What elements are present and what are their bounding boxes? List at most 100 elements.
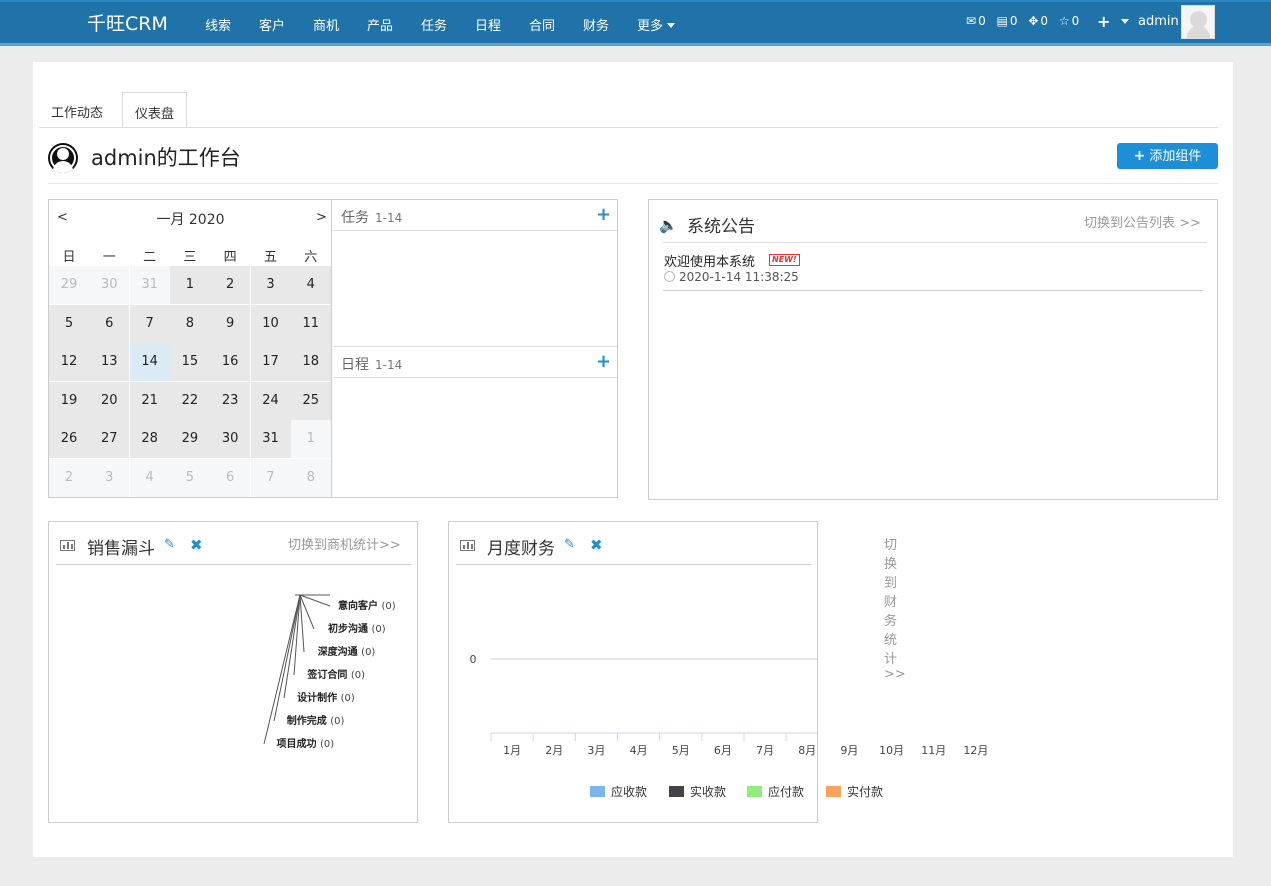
switch-to-finance-stats-link[interactable]: 切换到财务统计 >> (884, 534, 906, 682)
nav-item-products[interactable]: 产品 (367, 15, 393, 34)
switch-to-opportunity-stats-link[interactable]: 切换到商机统计>> (288, 534, 401, 553)
calendar-day-today[interactable]: 14 (129, 343, 170, 381)
legend-item[interactable]: 应付款 (747, 783, 804, 800)
calendar-day[interactable]: 15 (169, 343, 210, 381)
calendar-day[interactable]: 22 (169, 381, 210, 420)
nav-item-tasks[interactable]: 任务 (421, 15, 447, 34)
add-widget-button[interactable]: + 添加组件 (1117, 143, 1218, 169)
calendar-day[interactable]: 21 (129, 381, 170, 420)
funnel-stage-label: 制作完成 (0) (287, 712, 345, 727)
star-count[interactable]: 0 (1072, 14, 1080, 28)
legend-item[interactable]: 实收款 (669, 783, 726, 800)
avatar-body (1187, 26, 1210, 38)
nav-item-contracts[interactable]: 合同 (529, 15, 555, 34)
calendar-day[interactable]: 1 (169, 266, 210, 304)
close-icon[interactable]: ✖ (190, 536, 203, 554)
sales-funnel-widget: 销售漏斗 ✎ ✖ 切换到商机统计>> 意向客户 (0) 初步沟通 (0) 深度沟通 … (48, 521, 418, 823)
calendar-day[interactable]: 26 (49, 420, 89, 458)
calendar-day[interactable]: 27 (89, 420, 130, 458)
weekday-label: 六 (304, 250, 318, 265)
legend-item[interactable]: 应收款 (590, 783, 647, 800)
tab-activity[interactable]: 工作动态 (39, 92, 115, 128)
calendar-day[interactable]: 1 (290, 420, 331, 458)
calendar-day[interactable]: 31 (129, 266, 170, 304)
calendar-day[interactable]: 30 (89, 266, 130, 304)
speaker-icon: 🔈 (659, 216, 678, 234)
nav-item-finance[interactable]: 财务 (583, 15, 609, 34)
calendar-day[interactable]: 3 (89, 458, 130, 497)
calendar-day[interactable]: 8 (169, 304, 210, 343)
calendar-day[interactable]: 25 (290, 381, 331, 420)
calendar-day[interactable]: 18 (290, 343, 331, 381)
calendar-day[interactable]: 7 (250, 458, 291, 497)
announcement-time: 2020-1-14 11:38:25 (664, 270, 799, 284)
nav-item-leads[interactable]: 线索 (205, 15, 231, 34)
x-tick-label: 11月 (921, 744, 947, 757)
calendar-day[interactable]: 3 (250, 266, 291, 304)
add-task-icon[interactable]: + (596, 204, 611, 225)
top-strip (0, 0, 1271, 2)
calendar-day[interactable]: 29 (169, 420, 210, 458)
calendar-day[interactable]: 10 (250, 304, 291, 343)
calendar-day[interactable]: 20 (89, 381, 130, 420)
calendar-day[interactable]: 7 (129, 304, 170, 343)
nav-item-more[interactable]: 更多 (637, 15, 676, 34)
switch-to-announcement-list-link[interactable]: 切换到公告列表 >> (1084, 212, 1201, 231)
nav-item-customers[interactable]: 客户 (259, 15, 285, 34)
quick-add-icon[interactable]: + (1097, 12, 1110, 31)
star-icon[interactable]: ☆ (1059, 14, 1070, 28)
nav-item-schedule[interactable]: 日程 (475, 15, 501, 34)
add-widget-label: 添加组件 (1149, 149, 1202, 164)
funnel-stage-name: 签订合同 (307, 670, 348, 681)
announcement-item-link[interactable]: 欢迎使用本系统 (664, 251, 755, 270)
mail-icon[interactable]: ✉ (966, 14, 976, 28)
tab-dashboard[interactable]: 仪表盘 (122, 92, 188, 128)
brand-logo[interactable]: 千旺CRM (87, 9, 168, 36)
calendar-day[interactable]: 12 (49, 343, 89, 381)
chevron-down-icon[interactable] (1121, 19, 1129, 24)
legend-item[interactable]: 实付款 (826, 783, 883, 800)
calendar-day[interactable]: 30 (210, 420, 251, 458)
calendar-day[interactable]: 29 (49, 266, 89, 304)
calendar-day[interactable]: 24 (250, 381, 291, 420)
calendar-day[interactable]: 23 (210, 381, 251, 420)
calendar-day[interactable]: 2 (49, 458, 89, 497)
x-tick-label: 4月 (629, 744, 648, 757)
edit-pencil-icon[interactable]: ✎ (164, 537, 175, 552)
reminder-count[interactable]: 0 (1040, 14, 1048, 28)
mail-count[interactable]: 0 (978, 14, 986, 28)
add-schedule-icon[interactable]: + (596, 351, 611, 372)
message-count[interactable]: 0 (1010, 14, 1018, 28)
move-icon[interactable]: ✥ (1028, 14, 1038, 28)
calendar-day[interactable]: 17 (250, 343, 291, 381)
calendar: 一月 2020 < > 日一二三四五六 29 30 31 1 2 3 4 5 6 7 8 9 10 11 1… (49, 200, 332, 497)
nav-item-opportunities[interactable]: 商机 (313, 15, 339, 34)
calendar-day[interactable]: 16 (210, 343, 251, 381)
funnel-stage-name: 项目成功 (276, 739, 317, 750)
calendar-day[interactable]: 31 (250, 420, 291, 458)
funnel-stage-count: (0) (371, 624, 386, 635)
calendar-day[interactable]: 19 (49, 381, 89, 420)
calendar-day[interactable]: 28 (129, 420, 170, 458)
calendar-day[interactable]: 5 (49, 304, 89, 343)
weekday-label: 四 (223, 250, 237, 265)
funnel-stage-count: (0) (330, 716, 345, 727)
nav-more-label: 更多 (637, 19, 664, 34)
calendar-prev-button[interactable]: < (57, 210, 68, 225)
calendar-day[interactable]: 4 (129, 458, 170, 497)
message-icon[interactable]: ▤ (997, 14, 1008, 28)
legend-label: 实付款 (847, 785, 884, 799)
funnel-stage-name: 设计制作 (297, 693, 338, 704)
calendar-day[interactable]: 9 (210, 304, 251, 343)
user-menu[interactable]: admin (1138, 14, 1179, 29)
calendar-day[interactable]: 6 (89, 304, 130, 343)
calendar-day[interactable]: 6 (210, 458, 251, 497)
calendar-day[interactable]: 4 (290, 266, 331, 304)
avatar[interactable] (1181, 5, 1215, 39)
calendar-next-button[interactable]: > (316, 210, 327, 225)
calendar-day[interactable]: 5 (169, 458, 210, 497)
calendar-day[interactable]: 8 (290, 458, 331, 497)
calendar-day[interactable]: 11 (290, 304, 331, 343)
calendar-day[interactable]: 2 (210, 266, 251, 304)
calendar-day[interactable]: 13 (89, 343, 130, 381)
